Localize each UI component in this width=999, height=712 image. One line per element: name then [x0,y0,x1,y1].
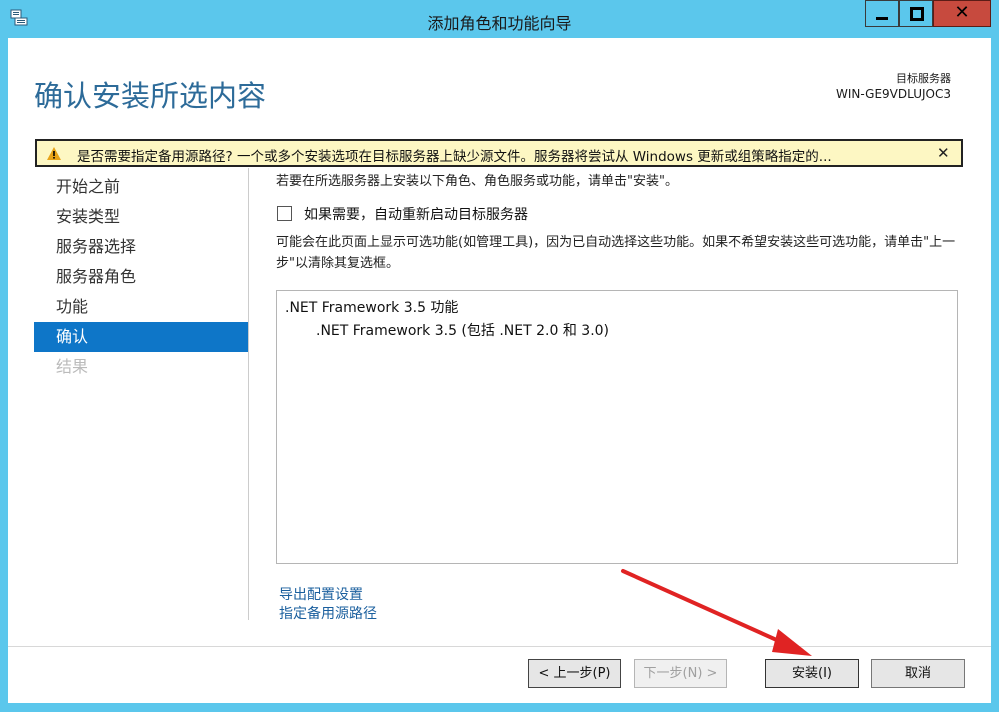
warning-close-icon[interactable]: ✕ [937,144,950,162]
export-config-link[interactable]: 导出配置设置 [279,584,363,604]
optional-features-note: 可能会在此页面上显示可选功能(如管理工具)，因为已自动选择这些功能。如果不希望安… [276,235,956,271]
maximize-button[interactable] [899,0,933,27]
footer-divider [8,646,991,647]
selected-features-list[interactable]: .NET Framework 3.5 功能 .NET Framework 3.5… [276,290,958,564]
warning-icon [47,147,61,160]
next-button: 下一步(N) > [634,659,727,688]
warning-banner[interactable]: 是否需要指定备用源路径? 一个或多个安装选项在目标服务器上缺少源文件。服务器将尝… [35,139,963,167]
close-icon: ✕ [954,2,970,23]
nav-item-server-selection[interactable]: 服务器选择 [34,232,248,262]
nav-item-confirmation[interactable]: 确认 [34,322,248,352]
restart-label[interactable]: 如果需要，自动重新启动目标服务器 [304,204,528,224]
cancel-button[interactable]: 取消 [871,659,965,688]
nav-item-results: 结果 [56,357,89,376]
restart-checkbox[interactable] [277,206,292,221]
previous-button[interactable]: < 上一步(P) [528,659,621,688]
close-button[interactable]: ✕ [933,0,991,27]
window-title: 添加角色和功能向导 [427,14,572,33]
list-item: .NET Framework 3.5 (包括 .NET 2.0 和 3.0) [316,323,610,339]
intro-text: 若要在所选服务器上安装以下角色、角色服务或功能，请单击"安装"。 [276,174,678,189]
nav-divider [248,168,249,620]
nav-item-before-you-begin[interactable]: 开始之前 [34,172,248,202]
install-button[interactable]: 安装(I) [765,659,859,688]
wizard-nav: 开始之前 安装类型 服务器选择 服务器角色 功能 确认 结果 [34,172,248,382]
nav-item-server-roles[interactable]: 服务器角色 [34,262,248,292]
page-title: 确认安装所选内容 [34,79,267,113]
warning-text: 是否需要指定备用源路径? 一个或多个安装选项在目标服务器上缺少源文件。服务器将尝… [77,149,832,165]
title-bar: 添加角色和功能向导 ✕ [0,0,999,38]
list-item: .NET Framework 3.5 功能 [285,300,459,316]
wizard-client-area: 确认安装所选内容 目标服务器 WIN-GE9VDLUJOC3 是否需要指定备用源… [8,38,991,703]
target-server-label: 目标服务器 [896,72,951,85]
minimize-button[interactable] [865,0,899,27]
nav-item-features[interactable]: 功能 [34,292,248,322]
alternate-source-link[interactable]: 指定备用源路径 [279,603,377,623]
target-server-name: WIN-GE9VDLUJOC3 [836,87,951,101]
nav-item-installation-type[interactable]: 安装类型 [34,202,248,232]
